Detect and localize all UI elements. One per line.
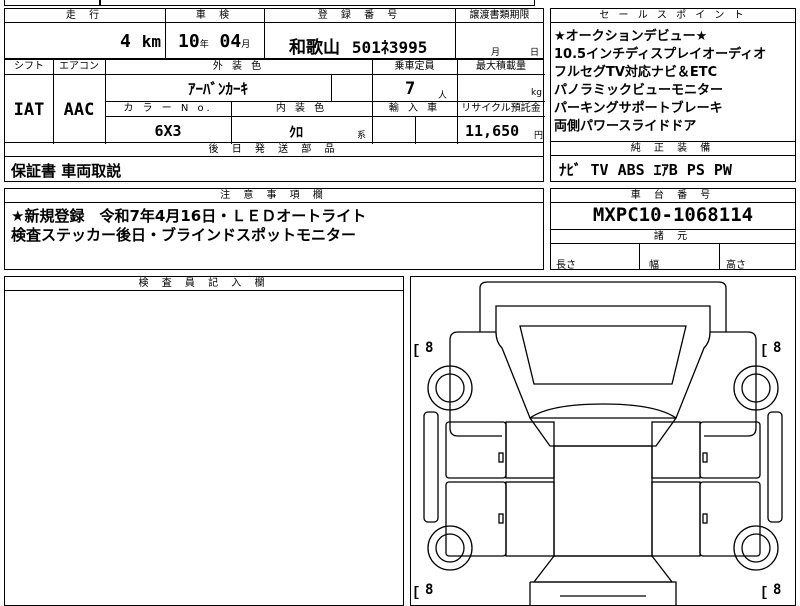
spec-length: 長さ	[556, 260, 576, 271]
list-item: フルセグTV対応ナビ＆ETC	[554, 65, 718, 80]
list-item: ★オークションデビュー★	[554, 29, 708, 44]
later-parts-box: 後 日 発 送 部 品 保証書 車両取説	[4, 142, 544, 182]
list-item: 検査ステッカー後日・ブラインドスポットモニター	[11, 226, 357, 244]
registration-value: 和歌山 501ﾈ3995	[289, 38, 428, 58]
color-no-value: 6X3	[154, 122, 182, 140]
shift-value: IAT	[13, 100, 45, 120]
tire-value-rear-left: 8	[425, 340, 434, 356]
chassis-header: 車 台 番 号	[551, 189, 795, 203]
list-item: パーキングサポートブレーキ	[554, 101, 723, 116]
tire-label-rear-left: [	[412, 343, 420, 359]
genuine-equipment-header: 純 正 装 備	[551, 142, 795, 156]
later-parts-header: 後 日 発 送 部 品	[5, 143, 543, 157]
mileage-box: 走 行 4 km	[4, 8, 166, 59]
specs-box: 諸 元 長さ 幅 高さ	[550, 229, 796, 271]
mileage-header: 走 行	[5, 9, 165, 23]
selling-points-box: セ ー ル ス ポ イ ン ト ★オークションデビュー★ 10.5インチディスプ…	[550, 8, 796, 142]
tire-label-front-right: [	[760, 585, 768, 601]
spec-block: シフト エアコン 外 装 色 乗車定員 最大積載量 IAT AAC ｱｰﾊﾞﾝｶ…	[4, 59, 545, 144]
genuine-equipment-box: 純 正 装 備 ﾅﾋﾞ TV ABS ｴｱB PS PW	[550, 141, 796, 182]
shift-header: シフト	[14, 61, 44, 72]
list-item: パノラミックビューモニター	[554, 83, 724, 98]
inspector-box: 検 査 員 記 入 欄	[4, 276, 404, 606]
notes-header: 注 意 事 項 欄	[5, 189, 543, 203]
car-diagram-box: [ [ [ [ 8 8 8 8	[410, 276, 796, 606]
chassis-box: 車 台 番 号 MXPC10-1068114	[550, 188, 796, 230]
top-strip-right	[100, 0, 535, 6]
selling-points-header: セ ー ル ス ポ イ ン ト	[551, 9, 795, 23]
capacity-header: 乗車定員	[394, 61, 435, 72]
later-parts-value: 保証書 車両取説	[11, 162, 122, 180]
list-item: 10.5インチディスプレイオーディオ	[554, 47, 767, 62]
import-header: 輸 入 車	[388, 103, 441, 114]
notes-box: 注 意 事 項 欄 ★新規登録 令和7年4月16日・ＬＥＤオートライト 検査ステ…	[4, 188, 544, 270]
top-strip-left	[4, 0, 100, 6]
aircon-header: エアコン	[59, 61, 99, 72]
interior-unit: 系	[357, 131, 367, 141]
interior-color-header: 内 装 色	[275, 103, 328, 114]
inspection-box: 車 検 10年 04月	[165, 8, 265, 59]
max-load-header: 最大積載量	[476, 61, 526, 72]
tire-label-front-left: [	[412, 585, 420, 601]
inspection-value: 10年 04月	[178, 31, 251, 52]
selling-points-list: ★オークションデビュー★ 10.5インチディスプレイオーディオ フルセグTV対応…	[554, 28, 766, 136]
tire-value-rear-right: 8	[773, 340, 782, 356]
interior-color-value: ｸﾛ	[289, 125, 303, 141]
recycle-fee-header: リサイクル預託金	[461, 103, 541, 114]
list-item: ★新規登録 令和7年4月16日・ＬＥＤオートライト	[11, 207, 367, 225]
notes-list: ★新規登録 令和7年4月16日・ＬＥＤオートライト 検査ステッカー後日・ブライン…	[11, 207, 366, 245]
genuine-equipment-value: ﾅﾋﾞ TV ABS ｴｱB PS PW	[559, 161, 732, 179]
car-diagram: [ [ [ [	[412, 281, 783, 606]
specs-header: 諸 元	[551, 230, 795, 244]
exterior-color-value: ｱｰﾊﾞﾝｶｰｷ	[187, 80, 248, 98]
list-item: 両側パワースライドドア	[554, 119, 697, 134]
spec-height: 高さ	[726, 260, 746, 271]
registration-header: 登 録 番 号	[265, 9, 455, 23]
capacity-value: 7	[405, 79, 416, 99]
transfer-box: 譲渡書類期限 月 日	[455, 8, 544, 59]
chassis-value: MXPC10-1068114	[592, 204, 754, 226]
aircon-value: AAC	[63, 100, 95, 120]
tire-value-front-left: 8	[425, 582, 434, 598]
spec-width: 幅	[649, 260, 659, 271]
color-no-header: カ ラ ー N o.	[123, 103, 213, 114]
recycle-fee-value: 11,650	[465, 122, 520, 140]
transfer-header: 譲渡書類期限	[456, 9, 543, 23]
capacity-unit: 人	[438, 91, 448, 101]
inspection-header: 車 検	[166, 9, 264, 23]
inspector-header: 検 査 員 記 入 欄	[5, 277, 403, 291]
load-unit: kg	[531, 88, 542, 98]
exterior-color-header: 外 装 色	[212, 61, 265, 72]
tire-value-front-right: 8	[773, 582, 782, 598]
mileage-value: 4 km	[120, 31, 161, 52]
recycle-unit: 円	[534, 131, 544, 141]
tire-label-rear-right: [	[760, 343, 768, 359]
registration-box: 登 録 番 号 和歌山 501ﾈ3995	[264, 8, 456, 59]
